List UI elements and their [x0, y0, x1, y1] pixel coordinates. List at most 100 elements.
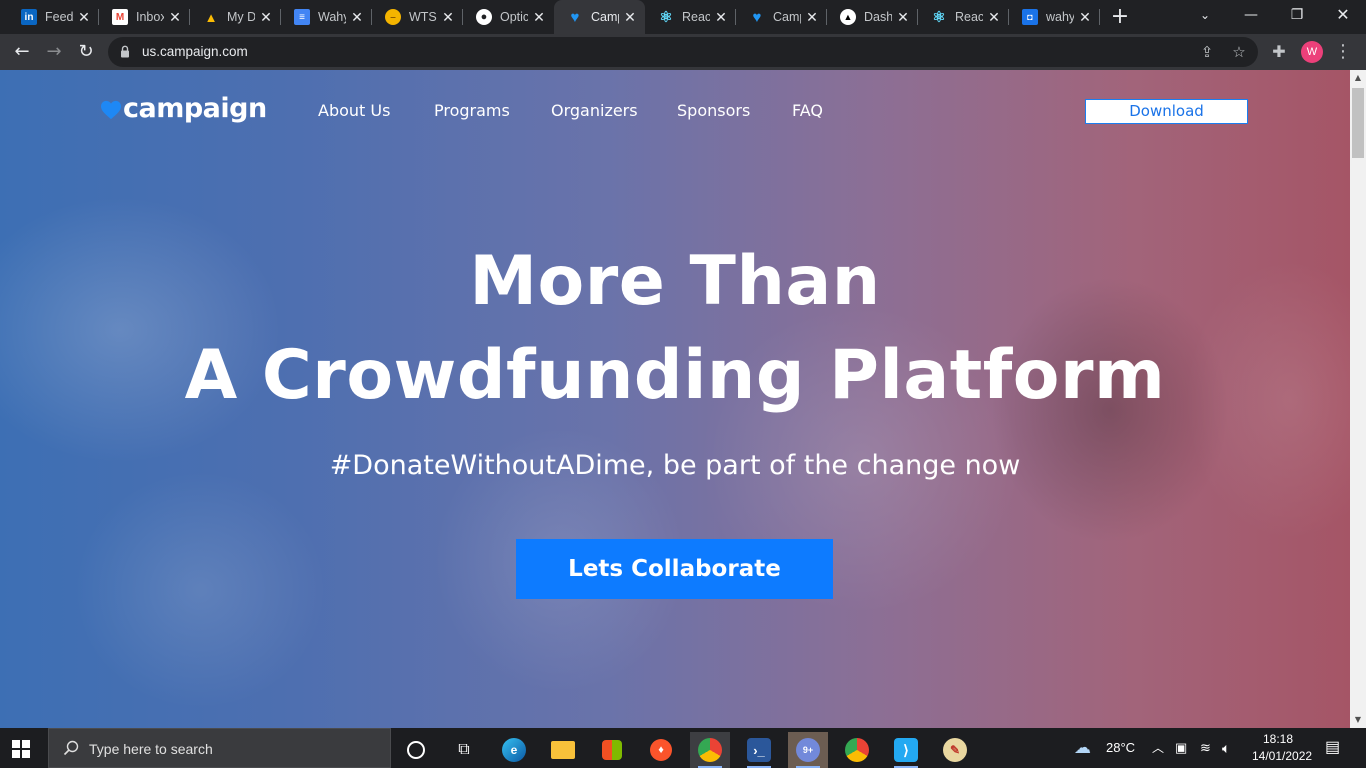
- browser-tab-active[interactable]: ♥ Campaign ✕: [554, 0, 645, 34]
- page-scrollbar[interactable]: [1350, 70, 1366, 728]
- taskbar-search-box[interactable]: Type here to search: [48, 728, 391, 768]
- hero-title-line1: More Than: [469, 242, 881, 321]
- tab-label: Dashboard: [864, 10, 892, 24]
- bookmark-star-icon[interactable]: ☆: [1230, 43, 1248, 61]
- reload-button[interactable]: ↻: [72, 38, 100, 66]
- address-bar[interactable]: us.campaign.com ⇪ ☆: [108, 37, 1258, 67]
- browser-tab[interactable]: ▲ Dashboard ✕: [827, 0, 918, 34]
- notifications-icon[interactable]: ▤: [1325, 728, 1340, 768]
- shield-icon: ◘: [1022, 9, 1038, 25]
- close-tab-icon[interactable]: ✕: [164, 9, 186, 26]
- volume-icon[interactable]: 🔈︎: [1222, 728, 1230, 768]
- new-tab-button[interactable]: +: [1108, 3, 1132, 31]
- nav-sponsors[interactable]: Sponsors: [677, 101, 750, 120]
- scroll-down-arrow-icon[interactable]: ▼: [1350, 712, 1366, 728]
- nav-about-us[interactable]: About Us: [318, 101, 390, 120]
- close-window-button[interactable]: ✕: [1320, 0, 1366, 30]
- hero-subtitle: #DonateWithoutADime, be part of the chan…: [329, 450, 1021, 481]
- share-icon[interactable]: ⇪: [1198, 43, 1216, 61]
- browser-tab[interactable]: ≡ Wahyu ✕: [281, 0, 372, 34]
- heart-icon: ♥: [752, 8, 762, 26]
- minimize-button[interactable]: —: [1228, 0, 1274, 30]
- browser-tab[interactable]: ● Optic ✕: [463, 0, 554, 34]
- browser-tab[interactable]: – WTS ✕: [372, 0, 463, 34]
- emoji-icon: –: [385, 9, 401, 25]
- download-button[interactable]: Download: [1085, 99, 1248, 124]
- brave-icon[interactable]: ♦: [641, 732, 681, 768]
- close-tab-icon[interactable]: ✕: [1074, 9, 1096, 26]
- close-tab-icon[interactable]: ✕: [255, 9, 277, 26]
- nav-programs[interactable]: Programs: [434, 101, 510, 120]
- nav-faq[interactable]: FAQ: [792, 101, 823, 120]
- file-explorer-icon[interactable]: [543, 732, 583, 768]
- tab-label: Campaign: [773, 10, 801, 24]
- google-docs-icon: ≡: [294, 9, 310, 25]
- clock-date: 14/01/2022: [1252, 749, 1313, 763]
- cortana-icon[interactable]: [396, 732, 436, 768]
- taskbar-clock[interactable]: 18:18 14/01/2022: [1252, 731, 1313, 765]
- linkedin-icon: in: [21, 9, 37, 25]
- close-tab-icon[interactable]: ✕: [528, 9, 550, 26]
- react-icon: ⚛: [932, 9, 946, 26]
- lock-icon[interactable]: [120, 45, 130, 58]
- vercel-icon: ▲: [840, 9, 856, 25]
- close-tab-icon[interactable]: ✕: [710, 9, 732, 26]
- browser-tab[interactable]: ♥ Campaign ✕: [736, 0, 827, 34]
- tab-label: My Drive: [227, 10, 255, 24]
- browser-tab[interactable]: ⚛ React ✕: [918, 0, 1009, 34]
- extensions-puzzle-icon[interactable]: ✚: [1269, 42, 1289, 62]
- browser-tab[interactable]: ▲ My Drive ✕: [190, 0, 281, 34]
- forward-button[interactable]: →: [40, 38, 68, 66]
- scroll-up-arrow-icon[interactable]: ▲: [1350, 70, 1366, 86]
- edge-icon[interactable]: e: [494, 732, 534, 768]
- gmail-icon: M: [112, 9, 128, 25]
- close-tab-icon[interactable]: ✕: [619, 9, 641, 26]
- hero-title-line2: A Crowdfunding Platform: [184, 336, 1166, 415]
- task-view-icon[interactable]: ⧉: [444, 732, 484, 768]
- search-icon: [63, 740, 79, 756]
- close-tab-icon[interactable]: ✕: [983, 9, 1005, 26]
- heart-logo-icon: [101, 100, 121, 120]
- menu-kebab-icon[interactable]: ⋮: [1334, 40, 1352, 64]
- site-logo[interactable]: campaign: [100, 92, 267, 124]
- chrome-profile-icon[interactable]: [837, 732, 877, 768]
- browser-tab[interactable]: ◘ wahyu ✕: [1009, 0, 1100, 34]
- nav-organizers[interactable]: Organizers: [551, 101, 638, 120]
- paint-icon[interactable]: ✎: [935, 732, 975, 768]
- weather-cloud-icon[interactable]: ☁: [1074, 728, 1091, 768]
- vscode-icon[interactable]: ⟩: [886, 732, 926, 768]
- clock-time: 18:18: [1262, 732, 1294, 746]
- weather-temperature[interactable]: 28°C: [1106, 728, 1135, 768]
- close-tab-icon[interactable]: ✕: [346, 9, 368, 26]
- close-tab-icon[interactable]: ✕: [892, 9, 914, 26]
- url-text[interactable]: us.campaign.com: [142, 37, 248, 67]
- close-tab-icon[interactable]: ✕: [73, 9, 95, 26]
- tab-search-icon[interactable]: ⌄: [1182, 0, 1228, 30]
- tab-label: Feed: [45, 10, 73, 24]
- discord-icon[interactable]: 9+: [788, 732, 828, 768]
- scrollbar-thumb[interactable]: [1352, 88, 1364, 158]
- meet-now-icon[interactable]: ▣: [1175, 728, 1187, 768]
- react-icon: ⚛: [659, 9, 673, 26]
- back-button[interactable]: ←: [8, 38, 36, 66]
- close-tab-icon[interactable]: ✕: [437, 9, 459, 26]
- logo-text: campaign: [123, 92, 267, 124]
- profile-avatar[interactable]: W: [1301, 41, 1323, 63]
- tray-chevron-up-icon[interactable]: ︿: [1152, 728, 1164, 768]
- browser-tab[interactable]: M Inbox ✕: [99, 0, 190, 34]
- tab-label: Inbox: [136, 10, 164, 24]
- close-tab-icon[interactable]: ✕: [801, 9, 823, 26]
- powershell-icon[interactable]: ›_: [739, 732, 779, 768]
- tab-label: wahyu: [1046, 10, 1074, 24]
- restore-button[interactable]: ❐: [1274, 0, 1320, 30]
- browser-tab[interactable]: in Feed ✕: [8, 0, 99, 34]
- browser-tab[interactable]: ⚛ React ✕: [645, 0, 736, 34]
- windows-start-icon[interactable]: [12, 740, 30, 758]
- search-placeholder: Type here to search: [89, 741, 213, 757]
- windows-taskbar: Type here to search ⧉ e ♦ ›_ 9+ ⟩ ✎ ☁ 28…: [0, 728, 1366, 768]
- lets-collaborate-button[interactable]: Lets Collaborate: [516, 539, 833, 599]
- chrome-icon[interactable]: [690, 732, 730, 768]
- microsoft-store-icon[interactable]: [592, 732, 632, 768]
- wifi-icon[interactable]: ≋: [1200, 728, 1211, 768]
- tab-label: Campaign: [591, 10, 619, 24]
